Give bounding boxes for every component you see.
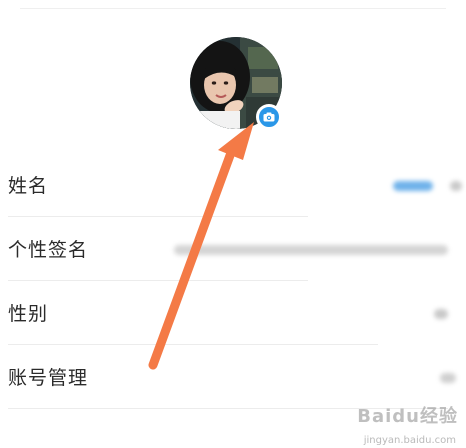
- arrow-up-right-annotation-icon: [148, 122, 254, 370]
- watermark-url: jingyan.baidu.com: [363, 435, 456, 446]
- watermark-logo: Baidu经验: [357, 406, 458, 427]
- baidu-watermark: Baidu经验 jingyan.baidu.com: [338, 402, 458, 446]
